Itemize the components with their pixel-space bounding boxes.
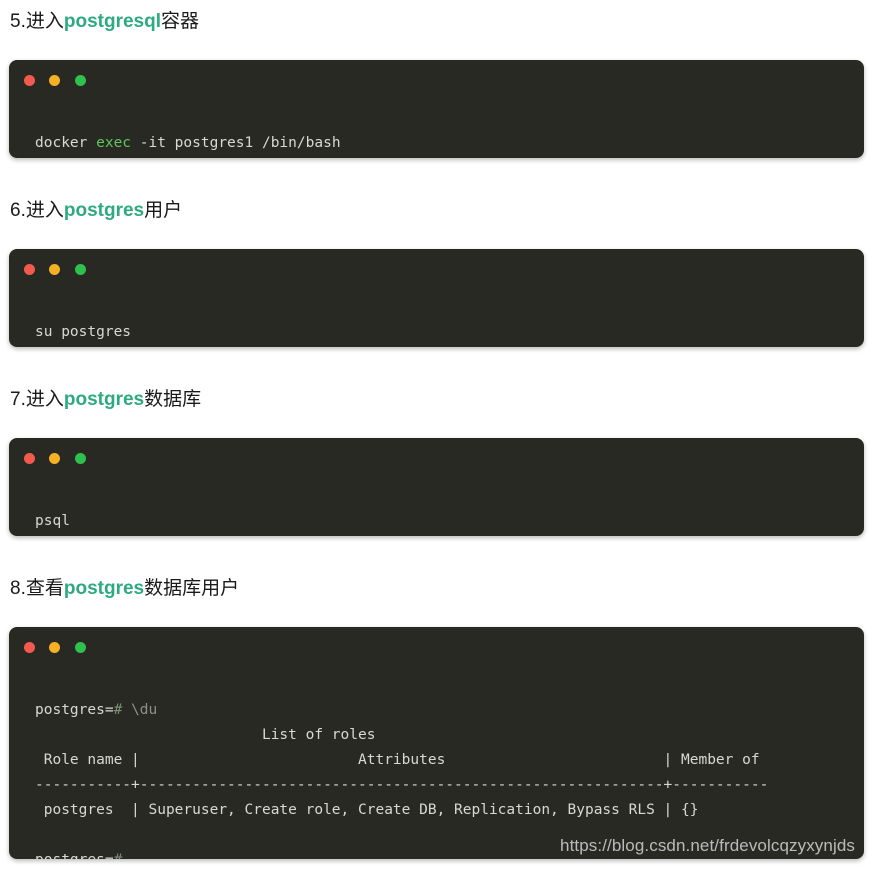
section-number-7: 7. xyxy=(10,388,26,410)
code-token: -it postgres1 /bin/bash xyxy=(131,134,341,151)
minimize-dot-icon[interactable] xyxy=(49,264,61,276)
terminal-prompt-hash: # xyxy=(113,701,123,718)
window-controls-8 xyxy=(9,627,864,669)
code-content-7[interactable]: psql xyxy=(9,480,864,536)
minimize-dot-icon[interactable] xyxy=(49,641,61,653)
table-separator-row: -----------+----------------------------… xyxy=(35,776,769,793)
terminal-prompt-bottom-hash: # xyxy=(114,852,123,859)
section-heading-keyword-7: postgres xyxy=(63,388,145,410)
section-heading-6: 6.进入postgres用户 xyxy=(0,199,873,222)
code-block-5: docker exec -it postgres1 /bin/bash xyxy=(9,59,864,158)
terminal-prompt-bottom: postgres= xyxy=(35,852,114,859)
window-controls-5 xyxy=(9,60,864,102)
maximize-dot-icon[interactable] xyxy=(74,452,86,464)
close-dot-icon[interactable] xyxy=(24,452,35,464)
code-block-6: su postgres xyxy=(9,248,864,347)
section-heading-5: 5.进入postgresql容器 xyxy=(0,11,873,33)
table-row: postgres | Superuser, Create role, Creat… xyxy=(35,801,699,818)
section-heading-keyword-8: postgres xyxy=(63,577,145,599)
section-heading-text-after-8: 数据库用户 xyxy=(144,577,240,599)
terminal-command: \du xyxy=(131,701,158,718)
window-controls-6 xyxy=(9,249,864,291)
section-heading-text-before-5: 进入 xyxy=(25,11,64,32)
section-heading-keyword-6: postgres xyxy=(63,199,145,221)
minimize-dot-icon[interactable] xyxy=(49,452,61,464)
section-heading-text-after-7: 数据库 xyxy=(144,388,202,410)
terminal-output-8[interactable]: postgres=# \du List of roles Role name |… xyxy=(9,669,864,859)
table-title-row: List of roles xyxy=(35,726,376,743)
code-block-8: postgres=# \du List of roles Role name |… xyxy=(9,626,864,859)
section-heading-text-after-6: 用户 xyxy=(144,199,183,221)
close-dot-icon[interactable] xyxy=(24,264,35,276)
section-heading-8: 8.查看postgres数据库用户 xyxy=(0,577,873,600)
minimize-dot-icon[interactable] xyxy=(49,75,61,87)
article-body: 5.进入postgresql容器 docker exec -it postgre… xyxy=(0,0,873,859)
code-content-5[interactable]: docker exec -it postgres1 /bin/bash xyxy=(9,102,864,158)
code-token: su postgres xyxy=(35,323,132,340)
section-heading-text-before-7: 进入 xyxy=(25,388,64,410)
section-number-5: 5. xyxy=(10,11,26,32)
code-token-keyword: exec xyxy=(96,134,132,151)
terminal-space xyxy=(122,702,131,718)
close-dot-icon[interactable] xyxy=(24,641,35,653)
table-header-row: Role name | Attributes | Member of xyxy=(35,751,760,768)
terminal-prompt: postgres= xyxy=(35,701,114,718)
section-number-8: 8. xyxy=(10,577,26,599)
code-content-6[interactable]: su postgres xyxy=(9,291,864,347)
window-controls-7 xyxy=(9,438,864,480)
code-token: psql xyxy=(35,512,70,529)
section-heading-keyword-5: postgresql xyxy=(63,11,161,32)
code-token: docker xyxy=(35,134,97,151)
code-block-7: psql xyxy=(9,437,864,536)
maximize-dot-icon[interactable] xyxy=(74,264,86,276)
section-heading-text-before-8: 查看 xyxy=(25,577,64,599)
section-heading-text-before-6: 进入 xyxy=(25,199,64,221)
close-dot-icon[interactable] xyxy=(24,75,35,87)
section-heading-7: 7.进入postgres数据库 xyxy=(0,388,873,411)
maximize-dot-icon[interactable] xyxy=(74,641,86,653)
maximize-dot-icon[interactable] xyxy=(74,75,86,87)
section-heading-text-after-5: 容器 xyxy=(161,11,200,32)
section-number-6: 6. xyxy=(10,199,26,221)
